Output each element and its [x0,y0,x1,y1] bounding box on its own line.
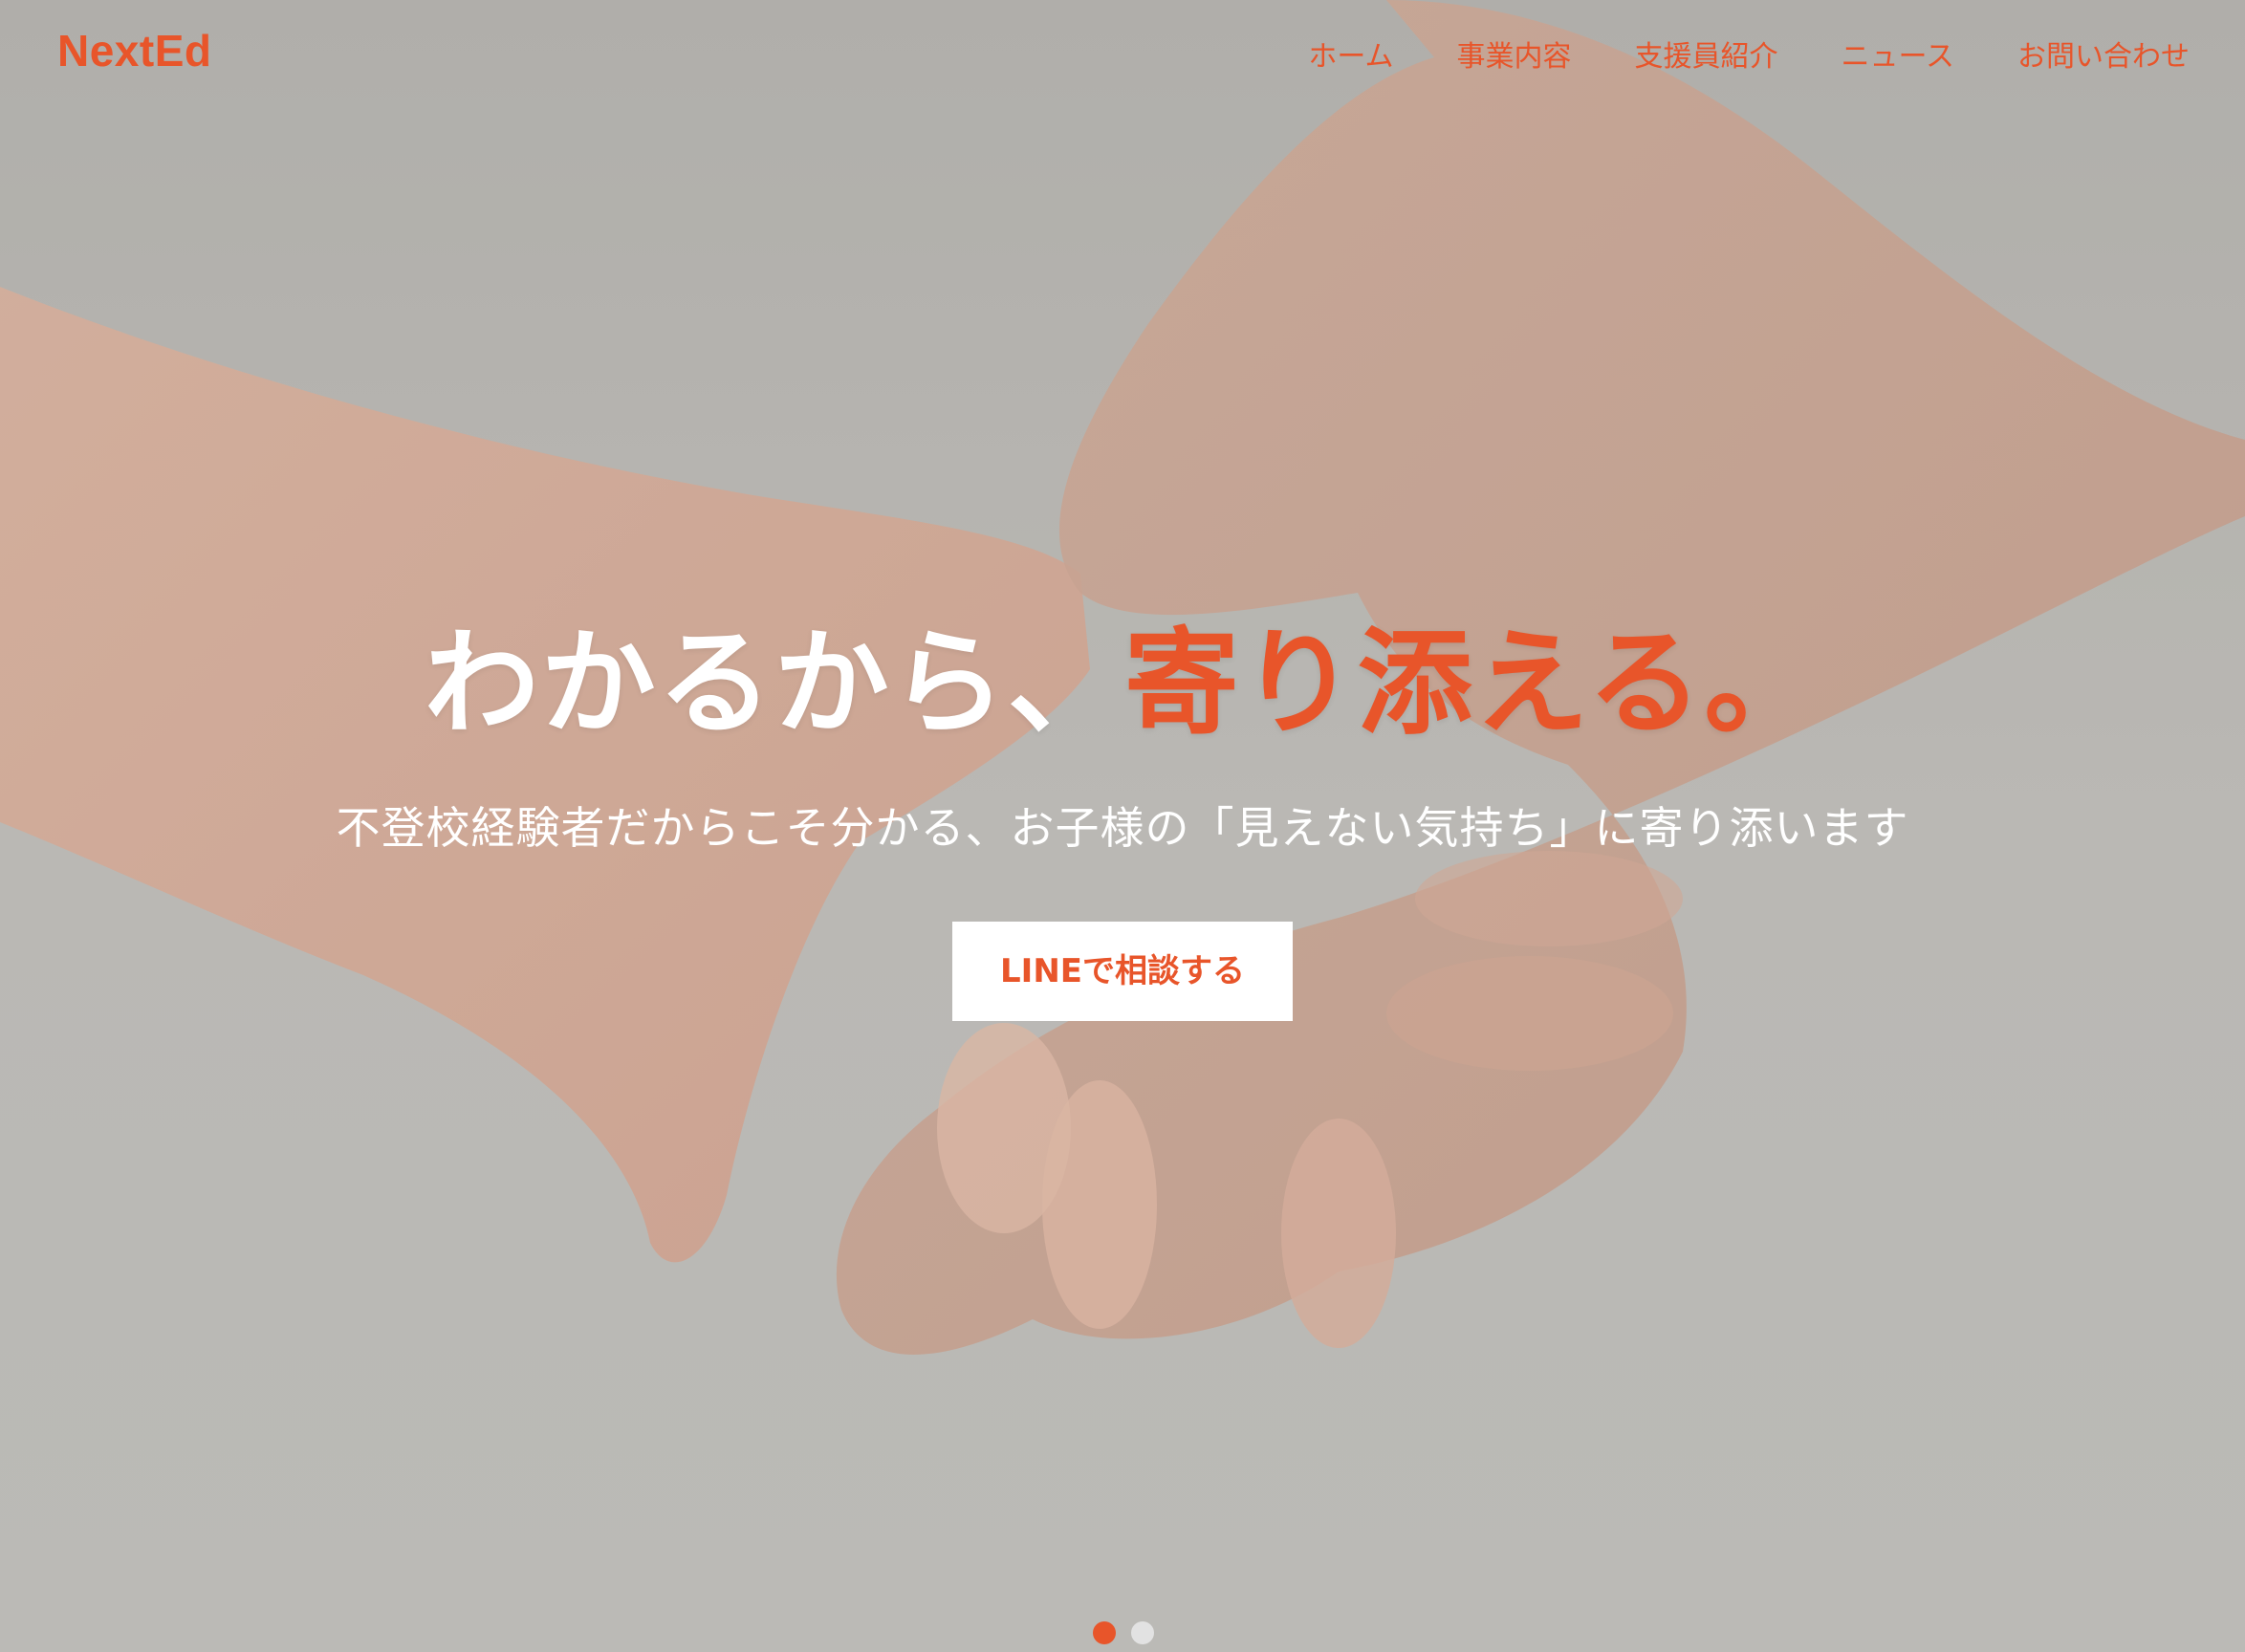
carousel-indicators [1093,1621,1154,1644]
nav-item-home[interactable]: ホーム [1308,33,1393,75]
site-header: NextEd ホーム 事業内容 支援員紹介 ニュース お問い合わせ [0,0,2245,107]
hero-subtitle: 不登校経験者だからこそ分かる、お子様の「見えない気持ち」に寄り添います [336,802,1909,854]
carousel-dot-2[interactable] [1131,1621,1154,1644]
page: NextEd ホーム 事業内容 支援員紹介 ニュース お問い合わせ わかるから、… [0,0,2245,1652]
carousel-dot-1[interactable] [1093,1621,1116,1644]
hero-headline: わかるから、寄り添える。 [0,621,2245,748]
line-consult-button[interactable]: LINEで相談する [952,922,1293,1021]
hero-section: わかるから、寄り添える。 不登校経験者だからこそ分かる、お子様の「見えない気持ち… [0,621,2245,1021]
main-nav: ホーム 事業内容 支援員紹介 ニュース お問い合わせ [1308,33,2190,75]
nav-item-staff[interactable]: 支援員紹介 [1635,33,1778,75]
hero-headline-accent: 寄り添える。 [1123,618,1821,750]
nav-item-services[interactable]: 事業内容 [1457,33,1572,75]
site-logo[interactable]: NextEd [57,25,211,76]
nav-item-news[interactable]: ニュース [1842,33,1955,75]
hero-headline-lead: わかるから、 [424,618,1124,750]
nav-item-contact[interactable]: お問い合わせ [2017,33,2190,75]
